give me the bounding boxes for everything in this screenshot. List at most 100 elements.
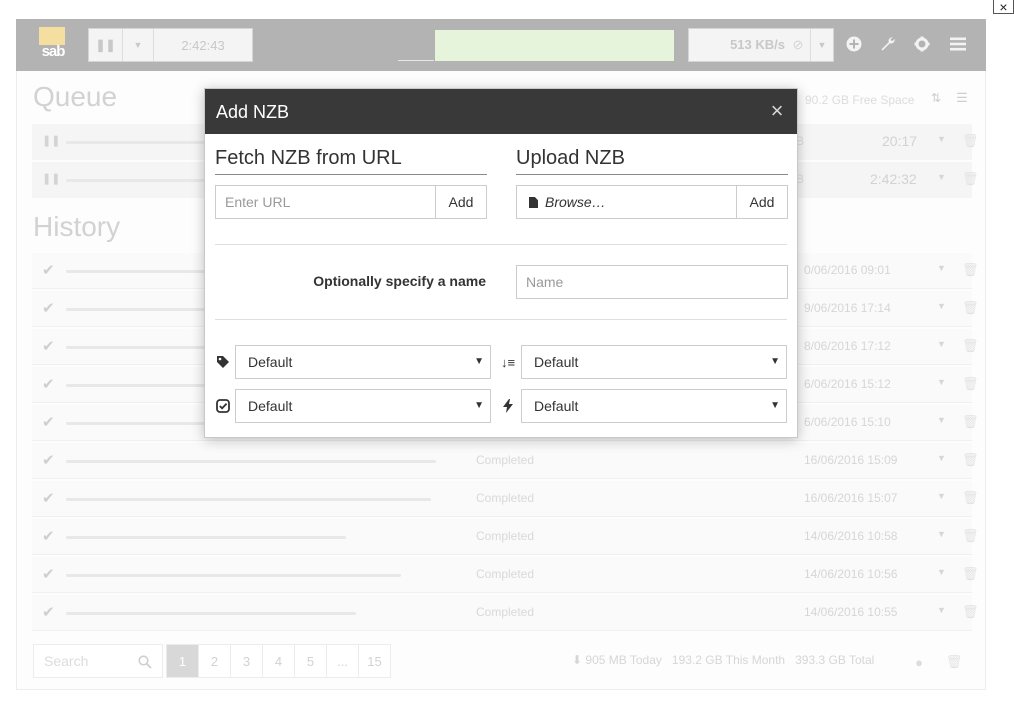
menu-icon[interactable] bbox=[946, 32, 970, 56]
pause-icon[interactable]: ❚❚ bbox=[42, 172, 60, 185]
caret-down-icon[interactable]: ▼ bbox=[937, 339, 946, 349]
job-name bbox=[66, 141, 206, 144]
pause-icon[interactable]: ❚❚ bbox=[89, 29, 122, 61]
page-15[interactable]: 15 bbox=[358, 644, 391, 678]
divider bbox=[516, 174, 788, 175]
script-select[interactable]: Default ▼ bbox=[521, 389, 787, 423]
wrench-icon[interactable] bbox=[876, 32, 900, 56]
download-speed[interactable]: 513 KB/s bbox=[689, 29, 785, 61]
trash-icon[interactable]: 🗑 bbox=[962, 604, 979, 620]
job-date: 14/06/2016 10:58 bbox=[804, 529, 898, 543]
progress-track bbox=[398, 60, 434, 61]
trash-icon[interactable]: 🗑 bbox=[962, 566, 979, 582]
history-row[interactable]: ✔ Completed 14/06/2016 10:55 ▼ 🗑 bbox=[32, 595, 979, 631]
processing-value: Default bbox=[248, 398, 293, 414]
pagination: 1 2 3 4 5 ... 15 bbox=[166, 644, 391, 678]
caret-down-icon[interactable]: ▼ bbox=[937, 134, 946, 144]
url-input[interactable]: Enter URL bbox=[215, 185, 437, 219]
upload-add-button[interactable]: Add bbox=[736, 185, 788, 219]
page-3[interactable]: 3 bbox=[230, 644, 263, 678]
job-name bbox=[66, 574, 401, 577]
trash-icon[interactable]: 🗑 bbox=[962, 528, 979, 544]
sort-icon[interactable]: ⇅ bbox=[927, 89, 945, 107]
job-name bbox=[66, 612, 356, 615]
history-row[interactable]: ✔ Completed 14/06/2016 10:58 ▼ 🗑 bbox=[32, 519, 979, 555]
job-status: Completed bbox=[476, 491, 535, 505]
trash-icon[interactable]: 🗑 bbox=[962, 300, 979, 316]
check-icon: ✔ bbox=[42, 262, 55, 279]
download-icon: ⬇ bbox=[572, 653, 583, 667]
close-icon[interactable]: × bbox=[763, 97, 791, 125]
divider bbox=[215, 319, 787, 320]
pause-icon[interactable]: ❚❚ bbox=[42, 134, 60, 147]
processing-select[interactable]: Default ▼ bbox=[235, 389, 491, 423]
job-status: Completed bbox=[476, 605, 535, 619]
list-icon[interactable]: ☰ bbox=[953, 89, 971, 107]
job-name bbox=[66, 270, 206, 273]
plus-circle-icon[interactable] bbox=[842, 32, 866, 56]
caret-down-icon[interactable]: ▼ bbox=[937, 377, 946, 387]
job-date: 8/06/2016 17:12 bbox=[804, 339, 891, 353]
caret-down-icon[interactable]: ▼ bbox=[937, 567, 946, 577]
check-icon: ✔ bbox=[42, 490, 55, 507]
page-5[interactable]: 5 bbox=[294, 644, 327, 678]
job-name bbox=[66, 384, 206, 387]
category-select[interactable]: Default ▼ bbox=[235, 345, 491, 379]
trash-icon[interactable]: 🗑 bbox=[962, 376, 979, 392]
check-icon: ✔ bbox=[42, 376, 55, 393]
caret-down-icon[interactable]: ▼ bbox=[937, 529, 946, 539]
dropdown-arrow-icon: ▼ bbox=[770, 400, 780, 411]
history-row[interactable]: ✔ Completed 14/06/2016 10:56 ▼ 🗑 bbox=[32, 557, 979, 593]
check-icon: ✔ bbox=[42, 604, 55, 621]
link-icon: ⊘ bbox=[792, 37, 804, 52]
trash-icon[interactable]: 🗑 bbox=[962, 452, 979, 468]
job-name bbox=[66, 179, 206, 182]
window-close-icon[interactable]: × bbox=[993, 0, 1014, 15]
caret-down-icon[interactable]: ▼ bbox=[937, 453, 946, 463]
add-url-button[interactable]: Add bbox=[435, 185, 487, 219]
stat-today: 905 MB Today bbox=[585, 653, 662, 667]
caret-down-icon[interactable]: ▼ bbox=[937, 491, 946, 501]
browse-file-field[interactable]: Browse… bbox=[516, 185, 738, 219]
info-icon[interactable]: ● bbox=[910, 653, 928, 671]
trash-icon[interactable]: 🗑 bbox=[962, 338, 979, 354]
job-status: Completed bbox=[476, 453, 535, 467]
bolt-icon bbox=[498, 396, 518, 416]
caret-down-icon[interactable]: ▼ bbox=[123, 29, 153, 61]
sab-logo[interactable]: sab bbox=[34, 27, 72, 63]
job-date: 14/06/2016 10:56 bbox=[804, 567, 898, 581]
page-4[interactable]: 4 bbox=[262, 644, 295, 678]
name-input[interactable]: Name bbox=[516, 265, 788, 299]
job-date: 0/06/2016 09:01 bbox=[804, 263, 891, 277]
trash-icon[interactable]: 🗑 bbox=[962, 171, 979, 187]
page-2[interactable]: 2 bbox=[198, 644, 231, 678]
history-row[interactable]: ✔ Completed 16/06/2016 15:09 ▼ 🗑 bbox=[32, 443, 979, 479]
trash-icon[interactable]: 🗑 bbox=[962, 133, 979, 149]
caret-down-icon[interactable]: ▼ bbox=[811, 29, 833, 61]
caret-down-icon[interactable]: ▼ bbox=[937, 263, 946, 273]
page-1[interactable]: 1 bbox=[166, 644, 199, 678]
trash-icon[interactable]: 🗑 bbox=[962, 414, 979, 430]
gear-icon[interactable] bbox=[910, 32, 934, 56]
modal-title: Add NZB bbox=[216, 102, 290, 122]
history-row[interactable]: ✔ Completed 16/06/2016 15:07 ▼ 🗑 bbox=[32, 481, 979, 517]
check-square-icon bbox=[213, 396, 233, 416]
category-value: Default bbox=[248, 354, 293, 370]
trash-icon[interactable]: 🗑 bbox=[945, 653, 963, 671]
trash-icon[interactable]: 🗑 bbox=[962, 490, 979, 506]
upload-title: Upload NZB bbox=[516, 147, 625, 169]
speed-control-group: 513 KB/s ⊘ ▼ bbox=[688, 28, 834, 62]
queue-title: Queue bbox=[33, 81, 118, 112]
add-nzb-modal: Add NZB × Fetch NZB from URL Upload NZB … bbox=[204, 88, 798, 438]
trash-icon[interactable]: 🗑 bbox=[962, 262, 979, 278]
caret-down-icon[interactable]: ▼ bbox=[937, 415, 946, 425]
priority-select[interactable]: Default ▼ bbox=[521, 345, 787, 379]
caret-down-icon[interactable]: ▼ bbox=[937, 605, 946, 615]
job-name bbox=[66, 346, 206, 349]
caret-down-icon[interactable]: ▼ bbox=[937, 301, 946, 311]
caret-down-icon[interactable]: ▼ bbox=[937, 172, 946, 182]
job-date: 16/06/2016 15:09 bbox=[804, 453, 898, 467]
name-label: Optionally specify a name bbox=[313, 273, 486, 289]
job-status: Completed bbox=[476, 529, 535, 543]
priority-sort-icon: ↓≡ bbox=[500, 354, 516, 370]
